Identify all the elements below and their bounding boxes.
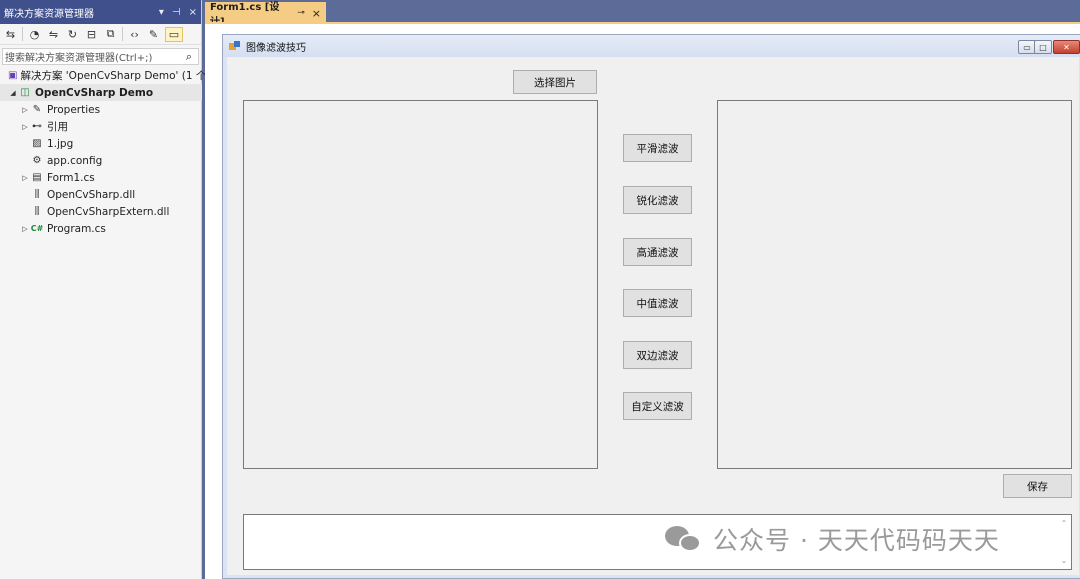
- expand-arrow-icon[interactable]: ▷: [20, 106, 30, 114]
- tree-item[interactable]: ⚙ app.config: [0, 152, 202, 169]
- bilateral-filter-button[interactable]: 双边滤波: [623, 341, 692, 369]
- image-file-icon: ▨: [32, 138, 42, 149]
- preview-selected-icon[interactable]: ▭: [165, 26, 183, 42]
- textbox-scrollbar[interactable]: ⌃ ⌄: [1059, 519, 1069, 565]
- history-icon[interactable]: ◔: [27, 27, 42, 42]
- custom-filter-button[interactable]: 自定义滤波: [623, 392, 692, 420]
- solution-explorer-panel: 解决方案资源管理器 ▾ ⊣ × ⇆ ◔ ⇋ ↻ ⊟ ⧉ ‹› ✎ ▭ 搜索解决方…: [0, 0, 206, 579]
- form-title: 图像滤波技巧: [246, 42, 306, 54]
- expand-arrow-icon[interactable]: ▷: [20, 225, 30, 233]
- properties-wrench-icon[interactable]: ✎: [146, 27, 161, 42]
- solution-tree: ▣ 解决方案 'OpenCvSharp Demo' (1 个 ◢ ◫ OpenCvSha…: [0, 67, 206, 237]
- dropdown-arrow-icon[interactable]: ▾: [159, 7, 164, 18]
- expand-arrow-icon[interactable]: ▷: [20, 174, 30, 182]
- form-file-icon: ▤: [32, 172, 42, 183]
- tree-item-label: OpenCvSharp Demo: [35, 86, 154, 99]
- form-client-area: 选择图片 平滑滤波 锐化滤波 高通滤波 中值滤波 双边滤波 自定义滤波 保存 ⌃…: [227, 57, 1079, 575]
- close-icon[interactable]: ×: [189, 7, 197, 18]
- library-icon: ⫼: [34, 189, 40, 200]
- search-icon[interactable]: ⌕: [180, 50, 198, 64]
- pin-icon[interactable]: ⊣: [172, 7, 181, 18]
- show-all-files-icon[interactable]: ⧉: [103, 27, 118, 42]
- tab-form1-design[interactable]: Form1.cs [设计] ⊸ ×: [205, 2, 326, 28]
- highpass-filter-button[interactable]: 高通滤波: [623, 238, 692, 266]
- tree-item-label: Form1.cs: [47, 171, 95, 184]
- solution-search-box[interactable]: 搜索解决方案资源管理器(Ctrl+;) ⌕: [2, 48, 199, 65]
- tree-item-label: app.config: [47, 154, 103, 167]
- tree-item[interactable]: ▷ ▤ Form1.cs: [0, 169, 202, 186]
- tree-item-label: OpenCvSharpExtern.dll: [47, 205, 170, 218]
- scroll-up-icon[interactable]: ⌃: [1061, 519, 1068, 528]
- tree-item-label: 1.jpg: [47, 137, 74, 150]
- config-file-icon: ⚙: [32, 155, 42, 166]
- search-placeholder: 搜索解决方案资源管理器(Ctrl+;): [5, 53, 153, 64]
- result-picture-box: [717, 100, 1072, 469]
- code-view-icon[interactable]: ‹›: [127, 27, 142, 42]
- references-icon: ⊷: [32, 121, 42, 132]
- csharp-file-icon: C#: [30, 224, 44, 233]
- watermark-text: 公众号 · 天天代码码天天: [713, 526, 1000, 555]
- tree-item[interactable]: ◢ ◫ OpenCvSharp Demo: [0, 84, 202, 101]
- sharpen-filter-button[interactable]: 锐化滤波: [623, 186, 692, 214]
- pin-tab-icon[interactable]: ⊸: [297, 8, 305, 18]
- tree-item[interactable]: ▣ 解决方案 'OpenCvSharp Demo' (1 个: [0, 67, 206, 84]
- wrench-icon: ✎: [32, 104, 42, 115]
- document-tab-strip: Form1.cs [设计] ⊸ ×: [205, 0, 1080, 28]
- library-icon: ⫼: [34, 206, 40, 217]
- expand-arrow-icon[interactable]: ▷: [20, 123, 30, 131]
- solution-explorer-titlebar: 解决方案资源管理器 ▾ ⊣ ×: [0, 0, 201, 24]
- sync-with-document-icon[interactable]: ⇆: [3, 27, 18, 42]
- form-titlebar: 图像滤波技巧 ▭ □ ✕: [223, 35, 1080, 57]
- refresh-icon[interactable]: ↻: [65, 27, 80, 42]
- tree-item-label: Properties: [47, 103, 101, 116]
- tree-item-label: OpenCvSharp.dll: [47, 188, 136, 201]
- median-filter-button[interactable]: 中值滤波: [623, 289, 692, 317]
- expand-arrow-icon[interactable]: ◢: [8, 89, 18, 97]
- designer-surface: 图像滤波技巧 ▭ □ ✕ 选择图片 平滑滤波 锐化滤波 高通滤波 中值滤波 双边…: [205, 24, 1080, 579]
- collapse-all-icon[interactable]: ⊟: [84, 27, 99, 42]
- tree-item[interactable]: ⫼ OpenCvSharpExtern.dll: [0, 203, 202, 220]
- tree-item[interactable]: ▷ C# Program.cs: [0, 220, 202, 237]
- source-picture-box: [243, 100, 598, 469]
- close-icon[interactable]: ✕: [1053, 40, 1080, 54]
- smooth-filter-button[interactable]: 平滑滤波: [623, 134, 692, 162]
- form-app-icon: [229, 41, 241, 51]
- watermark: 公众号 · 天天代码码天天: [665, 517, 1000, 561]
- designed-form[interactable]: 图像滤波技巧 ▭ □ ✕ 选择图片 平滑滤波 锐化滤波 高通滤波 中值滤波 双边…: [222, 34, 1080, 579]
- scroll-down-icon[interactable]: ⌄: [1061, 556, 1068, 565]
- tree-item[interactable]: ▷ ✎ Properties: [0, 101, 202, 118]
- solution-explorer-toolbar: ⇆ ◔ ⇋ ↻ ⊟ ⧉ ‹› ✎ ▭: [0, 24, 201, 45]
- close-tab-icon[interactable]: ×: [312, 7, 321, 20]
- tree-item-label: Program.cs: [47, 222, 106, 235]
- maximize-icon[interactable]: □: [1034, 40, 1052, 54]
- switch-views-icon[interactable]: ⇋: [46, 27, 61, 42]
- select-image-button[interactable]: 选择图片: [513, 70, 597, 94]
- solution-icon: ▣: [8, 70, 18, 81]
- save-button[interactable]: 保存: [1003, 474, 1072, 498]
- tree-item-label: 解决方案 'OpenCvSharp Demo' (1 个: [20, 70, 207, 82]
- solution-explorer-title: 解决方案资源管理器: [4, 8, 94, 20]
- tree-item[interactable]: ⫼ OpenCvSharp.dll: [0, 186, 202, 203]
- tree-item[interactable]: ▨ 1.jpg: [0, 135, 202, 152]
- toolbar-separator: [22, 27, 23, 41]
- tree-item[interactable]: ▷ ⊷ 引用: [0, 118, 202, 135]
- tree-item-label: 引用: [47, 121, 68, 133]
- csharp-project-icon: ◫: [20, 87, 30, 98]
- wechat-icon: [665, 524, 703, 554]
- toolbar-separator: [122, 27, 123, 41]
- editor-area: Form1.cs [设计] ⊸ × 图像滤波技巧 ▭ □ ✕ 选择图片 平滑滤波…: [205, 0, 1080, 579]
